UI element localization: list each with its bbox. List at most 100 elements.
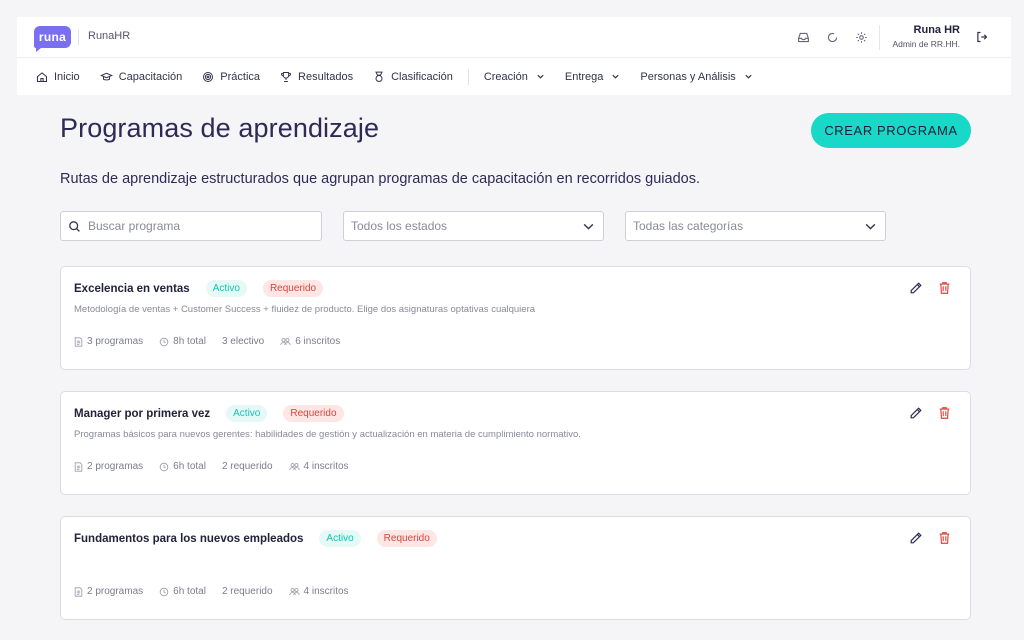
- program-title: Fundamentos para los nuevos empleados: [74, 532, 304, 545]
- top-bar: runa RunaHR Runa HR Admin de RR.HH.: [17, 17, 1011, 58]
- meta-hours: 6h total: [159, 461, 206, 472]
- meta-enrolled-text: 4 inscritos: [303, 461, 349, 472]
- chevron-down-icon: [865, 223, 876, 230]
- required-badge: Requerido: [376, 530, 437, 547]
- meta-hours-text: 8h total: [173, 336, 206, 347]
- program-title: Manager por primera vez: [74, 407, 211, 420]
- users-icon: [288, 587, 300, 595]
- users-icon: [280, 337, 291, 345]
- nav-item-practica[interactable]: Práctica: [202, 71, 260, 83]
- required-badge: Requerido: [283, 405, 344, 422]
- inbox-icon[interactable]: [793, 27, 813, 47]
- status-badge: Activo: [226, 405, 268, 422]
- clock-icon: [159, 462, 169, 471]
- meta-programs: 2 programas: [74, 586, 143, 597]
- meta-enrolled: 4 inscritos: [288, 461, 349, 472]
- brand-name: RunaHR: [88, 30, 131, 42]
- status-select-value: Todos los estados: [351, 219, 448, 233]
- meta-enrolled: 4 inscritos: [288, 586, 349, 597]
- meta-courses-text: 2 requerido: [221, 586, 273, 597]
- top-icons: [793, 27, 871, 47]
- nav-label: Personas y Análisis: [640, 70, 736, 83]
- category-select-value: Todas las categorías: [633, 219, 744, 233]
- runa-logo[interactable]: runa: [34, 26, 71, 52]
- user-name: Runa HR: [913, 24, 960, 36]
- nav-item-inicio[interactable]: Inicio: [36, 71, 80, 83]
- clock-icon: [159, 337, 169, 346]
- nav-label: Clasificación: [391, 70, 453, 83]
- create-program-button[interactable]: CREAR PROGRAMA: [811, 113, 971, 148]
- document-icon: [74, 586, 83, 597]
- nav-label: Capacitación: [118, 70, 183, 83]
- chevron-down-icon: [537, 74, 544, 79]
- search-field[interactable]: [60, 211, 322, 241]
- meta-courses: 3 electivo: [222, 336, 264, 347]
- medal-icon: [375, 71, 383, 82]
- nav-dropdown-personas-analisis[interactable]: Personas y Análisis: [640, 71, 752, 83]
- program-description: Metodología de ventas + Customer Success…: [74, 304, 536, 315]
- chevron-down-icon: [583, 223, 594, 230]
- meta-enrolled-text: 6 inscritos: [295, 336, 341, 347]
- meta-courses-text: 2 requerido: [221, 461, 273, 472]
- program-description: Programas básicos para nuevos gerentes: …: [74, 429, 581, 440]
- home-icon: [36, 71, 48, 82]
- edit-icon[interactable]: [908, 405, 923, 420]
- clock-icon: [159, 587, 169, 596]
- document-icon: [74, 461, 83, 472]
- target-icon: [203, 71, 214, 82]
- delete-icon[interactable]: [937, 530, 952, 545]
- nav-label: Inicio: [54, 70, 80, 83]
- meta-hours: 6h total: [159, 586, 206, 597]
- nav-item-clasificacion[interactable]: Clasificación: [373, 71, 453, 83]
- program-card[interactable]: Fundamentos para los nuevos empleados Ac…: [60, 516, 971, 620]
- nav-dropdown-entrega[interactable]: Entrega: [565, 71, 621, 83]
- delete-icon[interactable]: [937, 405, 952, 420]
- page-title: Programas de aprendizaje: [60, 113, 380, 143]
- nav-item-capacitacion[interactable]: Capacitación: [99, 70, 183, 83]
- program-title: Excelencia en ventas: [74, 282, 190, 295]
- meta-enrolled: 6 inscritos: [280, 336, 340, 347]
- meta-hours: 8h total: [159, 336, 206, 347]
- document-icon: [74, 336, 83, 347]
- nav-label: Creación: [483, 70, 528, 83]
- meta-programs: 2 programas: [74, 461, 143, 472]
- status-select[interactable]: Todos los estados: [343, 211, 604, 241]
- nav-dropdown-creacion[interactable]: Creación: [484, 71, 545, 83]
- top-divider: [879, 25, 880, 50]
- meta-hours-text: 6h total: [173, 586, 206, 597]
- chevron-down-icon: [745, 74, 752, 79]
- user-role: Admin de RR.HH.: [892, 39, 960, 49]
- brand-divider: [78, 29, 79, 45]
- search-input[interactable]: [88, 219, 308, 233]
- nav-item-resultados[interactable]: Resultados: [280, 71, 353, 83]
- search-icon: [69, 220, 80, 232]
- gear-icon[interactable]: [851, 27, 871, 47]
- nav-divider: [467, 68, 469, 85]
- user-info[interactable]: Runa HR Admin de RR.HH.: [892, 24, 960, 49]
- trophy-icon: [281, 71, 292, 82]
- meta-programs-text: 3 programas: [87, 336, 144, 347]
- users-icon: [288, 462, 300, 470]
- program-card[interactable]: Manager por primera vez Activo Requerido…: [60, 391, 971, 495]
- nav-label: Entrega: [564, 70, 604, 83]
- program-card[interactable]: Excelencia en ventas Activo Requerido Me…: [60, 266, 971, 370]
- loading-icon[interactable]: [822, 27, 842, 47]
- meta-enrolled-text: 4 inscritos: [303, 586, 349, 597]
- edit-icon[interactable]: [908, 530, 923, 545]
- delete-icon[interactable]: [937, 280, 952, 295]
- edit-icon[interactable]: [908, 280, 923, 295]
- page-subtitle: Rutas de aprendizaje estructurados que a…: [60, 171, 701, 187]
- meta-hours-text: 6h total: [173, 461, 206, 472]
- required-badge: Requerido: [262, 280, 324, 297]
- meta-courses-text: 3 electivo: [221, 336, 265, 347]
- logout-icon[interactable]: [972, 27, 992, 47]
- nav-label: Práctica: [220, 70, 261, 83]
- status-badge: Activo: [319, 530, 361, 547]
- logo-text: runa: [38, 30, 67, 44]
- meta-courses: 2 requerido: [222, 586, 273, 597]
- main-nav: Inicio Capacitación Práctica Resultados …: [17, 58, 1011, 95]
- meta-programs-text: 2 programas: [87, 461, 144, 472]
- category-select[interactable]: Todas las categorías: [625, 211, 886, 241]
- graduation-cap-icon: [99, 72, 113, 80]
- meta-programs: 3 programas: [74, 336, 143, 347]
